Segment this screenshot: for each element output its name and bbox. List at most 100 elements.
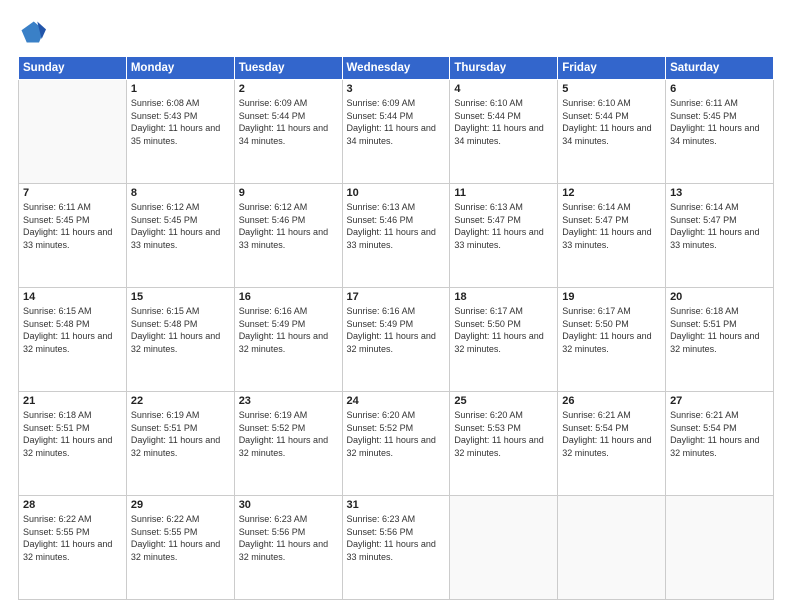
- calendar-cell: 11 Sunrise: 6:13 AMSunset: 5:47 PMDayligh…: [450, 184, 558, 288]
- calendar-cell: 8 Sunrise: 6:12 AMSunset: 5:45 PMDaylight…: [126, 184, 234, 288]
- calendar-cell: 4 Sunrise: 6:10 AMSunset: 5:44 PMDaylight…: [450, 80, 558, 184]
- day-number: 21: [23, 395, 122, 407]
- cell-details: Sunrise: 6:23 AMSunset: 5:56 PMDaylight:…: [347, 513, 446, 563]
- logo-icon: [18, 18, 46, 46]
- day-number: 10: [347, 187, 446, 199]
- weekday-saturday: Saturday: [666, 57, 774, 80]
- day-number: 15: [131, 291, 230, 303]
- calendar-cell: 9 Sunrise: 6:12 AMSunset: 5:46 PMDaylight…: [234, 184, 342, 288]
- calendar-table: SundayMondayTuesdayWednesdayThursdayFrid…: [18, 56, 774, 600]
- cell-details: Sunrise: 6:17 AMSunset: 5:50 PMDaylight:…: [562, 305, 661, 355]
- cell-details: Sunrise: 6:16 AMSunset: 5:49 PMDaylight:…: [239, 305, 338, 355]
- cell-details: Sunrise: 6:18 AMSunset: 5:51 PMDaylight:…: [23, 409, 122, 459]
- day-number: 26: [562, 395, 661, 407]
- day-number: 18: [454, 291, 553, 303]
- calendar-cell: [19, 80, 127, 184]
- calendar-cell: 15 Sunrise: 6:15 AMSunset: 5:48 PMDayligh…: [126, 288, 234, 392]
- cell-details: Sunrise: 6:23 AMSunset: 5:56 PMDaylight:…: [239, 513, 338, 563]
- day-number: 30: [239, 499, 338, 511]
- page: SundayMondayTuesdayWednesdayThursdayFrid…: [0, 0, 792, 612]
- calendar-cell: 16 Sunrise: 6:16 AMSunset: 5:49 PMDayligh…: [234, 288, 342, 392]
- cell-details: Sunrise: 6:09 AMSunset: 5:44 PMDaylight:…: [347, 97, 446, 147]
- cell-details: Sunrise: 6:19 AMSunset: 5:52 PMDaylight:…: [239, 409, 338, 459]
- day-number: 7: [23, 187, 122, 199]
- week-row-1: 1 Sunrise: 6:08 AMSunset: 5:43 PMDaylight…: [19, 80, 774, 184]
- logo: [18, 18, 50, 46]
- calendar-cell: 24 Sunrise: 6:20 AMSunset: 5:52 PMDayligh…: [342, 392, 450, 496]
- weekday-sunday: Sunday: [19, 57, 127, 80]
- week-row-5: 28 Sunrise: 6:22 AMSunset: 5:55 PMDayligh…: [19, 496, 774, 600]
- day-number: 2: [239, 83, 338, 95]
- calendar-cell: 21 Sunrise: 6:18 AMSunset: 5:51 PMDayligh…: [19, 392, 127, 496]
- day-number: 20: [670, 291, 769, 303]
- weekday-header-row: SundayMondayTuesdayWednesdayThursdayFrid…: [19, 57, 774, 80]
- calendar-cell: 2Sunrise: 6:09 AMSunset: 5:44 PMDaylight…: [234, 80, 342, 184]
- week-row-3: 14 Sunrise: 6:15 AMSunset: 5:48 PMDayligh…: [19, 288, 774, 392]
- cell-details: Sunrise: 6:08 AMSunset: 5:43 PMDaylight:…: [131, 97, 230, 147]
- weekday-tuesday: Tuesday: [234, 57, 342, 80]
- cell-details: Sunrise: 6:15 AMSunset: 5:48 PMDaylight:…: [23, 305, 122, 355]
- cell-details: Sunrise: 6:21 AMSunset: 5:54 PMDaylight:…: [562, 409, 661, 459]
- calendar-cell: 26 Sunrise: 6:21 AMSunset: 5:54 PMDayligh…: [558, 392, 666, 496]
- day-number: 12: [562, 187, 661, 199]
- day-number: 14: [23, 291, 122, 303]
- calendar-cell: 13 Sunrise: 6:14 AMSunset: 5:47 PMDayligh…: [666, 184, 774, 288]
- calendar-cell: 14 Sunrise: 6:15 AMSunset: 5:48 PMDayligh…: [19, 288, 127, 392]
- cell-details: Sunrise: 6:15 AMSunset: 5:48 PMDaylight:…: [131, 305, 230, 355]
- cell-details: Sunrise: 6:12 AMSunset: 5:46 PMDaylight:…: [239, 201, 338, 251]
- calendar-cell: 27Sunrise: 6:21 AMSunset: 5:54 PMDayligh…: [666, 392, 774, 496]
- weekday-wednesday: Wednesday: [342, 57, 450, 80]
- calendar-cell: 3Sunrise: 6:09 AMSunset: 5:44 PMDaylight…: [342, 80, 450, 184]
- cell-details: Sunrise: 6:11 AMSunset: 5:45 PMDaylight:…: [23, 201, 122, 251]
- calendar-cell: 5Sunrise: 6:10 AMSunset: 5:44 PMDaylight…: [558, 80, 666, 184]
- calendar-cell: 25Sunrise: 6:20 AMSunset: 5:53 PMDayligh…: [450, 392, 558, 496]
- day-number: 16: [239, 291, 338, 303]
- cell-details: Sunrise: 6:13 AMSunset: 5:46 PMDaylight:…: [347, 201, 446, 251]
- cell-details: Sunrise: 6:20 AMSunset: 5:52 PMDaylight:…: [347, 409, 446, 459]
- day-number: 17: [347, 291, 446, 303]
- day-number: 1: [131, 83, 230, 95]
- cell-details: Sunrise: 6:19 AMSunset: 5:51 PMDaylight:…: [131, 409, 230, 459]
- cell-details: Sunrise: 6:10 AMSunset: 5:44 PMDaylight:…: [562, 97, 661, 147]
- day-number: 8: [131, 187, 230, 199]
- calendar-cell: 23Sunrise: 6:19 AMSunset: 5:52 PMDayligh…: [234, 392, 342, 496]
- cell-details: Sunrise: 6:16 AMSunset: 5:49 PMDaylight:…: [347, 305, 446, 355]
- day-number: 24: [347, 395, 446, 407]
- day-number: 29: [131, 499, 230, 511]
- calendar-cell: 31Sunrise: 6:23 AMSunset: 5:56 PMDayligh…: [342, 496, 450, 600]
- calendar-cell: 28 Sunrise: 6:22 AMSunset: 5:55 PMDayligh…: [19, 496, 127, 600]
- weekday-thursday: Thursday: [450, 57, 558, 80]
- weekday-friday: Friday: [558, 57, 666, 80]
- day-number: 27: [670, 395, 769, 407]
- cell-details: Sunrise: 6:14 AMSunset: 5:47 PMDaylight:…: [562, 201, 661, 251]
- weekday-monday: Monday: [126, 57, 234, 80]
- calendar-cell: [666, 496, 774, 600]
- calendar-cell: 29 Sunrise: 6:22 AMSunset: 5:55 PMDayligh…: [126, 496, 234, 600]
- cell-details: Sunrise: 6:14 AMSunset: 5:47 PMDaylight:…: [670, 201, 769, 251]
- cell-details: Sunrise: 6:22 AMSunset: 5:55 PMDaylight:…: [23, 513, 122, 563]
- week-row-4: 21 Sunrise: 6:18 AMSunset: 5:51 PMDayligh…: [19, 392, 774, 496]
- calendar-cell: 1 Sunrise: 6:08 AMSunset: 5:43 PMDaylight…: [126, 80, 234, 184]
- cell-details: Sunrise: 6:12 AMSunset: 5:45 PMDaylight:…: [131, 201, 230, 251]
- day-number: 25: [454, 395, 553, 407]
- calendar-cell: 12 Sunrise: 6:14 AMSunset: 5:47 PMDayligh…: [558, 184, 666, 288]
- day-number: 9: [239, 187, 338, 199]
- calendar-cell: 10 Sunrise: 6:13 AMSunset: 5:46 PMDayligh…: [342, 184, 450, 288]
- calendar-cell: 17 Sunrise: 6:16 AMSunset: 5:49 PMDayligh…: [342, 288, 450, 392]
- cell-details: Sunrise: 6:10 AMSunset: 5:44 PMDaylight:…: [454, 97, 553, 147]
- calendar-cell: [558, 496, 666, 600]
- day-number: 28: [23, 499, 122, 511]
- cell-details: Sunrise: 6:17 AMSunset: 5:50 PMDaylight:…: [454, 305, 553, 355]
- header: [18, 18, 774, 46]
- day-number: 13: [670, 187, 769, 199]
- calendar-cell: 20Sunrise: 6:18 AMSunset: 5:51 PMDayligh…: [666, 288, 774, 392]
- calendar-cell: 7 Sunrise: 6:11 AMSunset: 5:45 PMDaylight…: [19, 184, 127, 288]
- week-row-2: 7 Sunrise: 6:11 AMSunset: 5:45 PMDaylight…: [19, 184, 774, 288]
- cell-details: Sunrise: 6:13 AMSunset: 5:47 PMDaylight:…: [454, 201, 553, 251]
- day-number: 22: [131, 395, 230, 407]
- day-number: 11: [454, 187, 553, 199]
- day-number: 4: [454, 83, 553, 95]
- calendar-cell: 19 Sunrise: 6:17 AMSunset: 5:50 PMDayligh…: [558, 288, 666, 392]
- day-number: 19: [562, 291, 661, 303]
- cell-details: Sunrise: 6:22 AMSunset: 5:55 PMDaylight:…: [131, 513, 230, 563]
